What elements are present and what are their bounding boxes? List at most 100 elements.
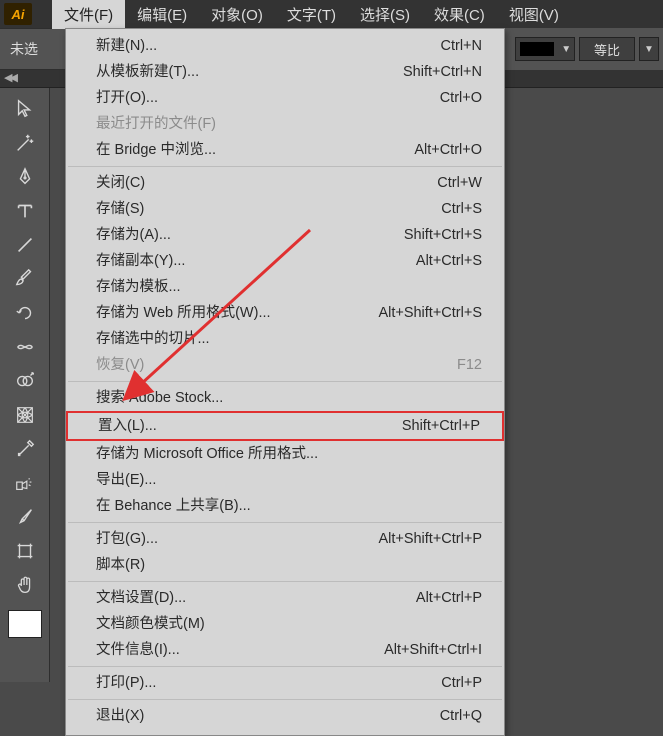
menu-document-setup[interactable]: 文档设置(D)... Alt+Ctrl+P — [66, 585, 504, 611]
menu-shortcut: Alt+Shift+Ctrl+I — [384, 639, 482, 661]
rotate-tool[interactable] — [8, 298, 42, 328]
app-icon-text: Ai — [12, 7, 25, 22]
menu-select[interactable]: 选择(S) — [348, 0, 422, 29]
no-selection-label: 未选 — [10, 39, 38, 59]
width-tool[interactable] — [8, 332, 42, 362]
hand-tool[interactable] — [8, 570, 42, 600]
mesh-tool[interactable] — [8, 400, 42, 430]
chevron-down-icon: ▼ — [640, 44, 658, 55]
menu-label: 存储为 Microsoft Office 所用格式... — [96, 443, 318, 465]
line-tool[interactable] — [8, 230, 42, 260]
app-icon: Ai — [4, 3, 32, 25]
menu-browse-in-bridge[interactable]: 在 Bridge 中浏览... Alt+Ctrl+O — [66, 137, 504, 163]
menu-shortcut: Shift+Ctrl+N — [403, 61, 482, 83]
fill-swatch[interactable] — [8, 610, 42, 638]
menu-export[interactable]: 导出(E)... — [66, 467, 504, 493]
collapse-arrows-icon[interactable]: ◀◀ — [4, 71, 15, 84]
menu-shortcut: Shift+Ctrl+S — [404, 224, 482, 246]
menu-file[interactable]: 文件(F) — [52, 0, 125, 29]
menu-edit[interactable]: 编辑(E) — [125, 0, 199, 29]
menu-save-as[interactable]: 存储为(A)...Shift+Ctrl+S — [66, 222, 504, 248]
menu-type[interactable]: 文字(T) — [275, 0, 348, 29]
menu-label: 恢复(V) — [96, 354, 144, 376]
menubar: Ai 文件(F) 编辑(E) 对象(O) 文字(T) 选择(S) 效果(C) 视… — [0, 0, 663, 28]
file-menu-dropdown: 新建(N)...Ctrl+N 从模板新建(T)... Shift+Ctrl+N 打… — [65, 28, 505, 736]
artboard-tool[interactable] — [8, 536, 42, 566]
slice-tool[interactable] — [8, 502, 42, 532]
menu-separator — [68, 699, 502, 700]
menu-label: 存储为模板... — [96, 276, 181, 298]
shape-builder-tool[interactable] — [8, 366, 42, 396]
menu-save-for-web[interactable]: 存储为 Web 所用格式(W)... Alt+Shift+Ctrl+S — [66, 300, 504, 326]
menu-effect[interactable]: 效果(C) — [422, 0, 497, 29]
menu-label: 存储为 Web 所用格式(W)... — [96, 302, 271, 324]
menu-separator — [68, 581, 502, 582]
scale-combo-label: 等比 — [594, 40, 620, 59]
menu-document-color-mode[interactable]: 文档颜色模式(M) — [66, 611, 504, 637]
menu-label: 退出(X) — [96, 705, 144, 727]
menu-separator — [68, 381, 502, 382]
menu-label: 导出(E)... — [96, 469, 156, 491]
menu-print[interactable]: 打印(P)...Ctrl+P — [66, 670, 504, 696]
menu-exit[interactable]: 退出(X)Ctrl+Q — [66, 703, 504, 729]
menu-shortcut: Ctrl+W — [437, 172, 482, 194]
menu-shortcut: Alt+Ctrl+S — [416, 250, 482, 272]
menu-label: 打包(G)... — [96, 528, 158, 550]
menu-label: 搜索 Adobe Stock... — [96, 387, 223, 409]
menu-new-from-template[interactable]: 从模板新建(T)... Shift+Ctrl+N — [66, 59, 504, 85]
menu-open[interactable]: 打开(O)...Ctrl+O — [66, 85, 504, 111]
menu-label: 文档设置(D)... — [96, 587, 186, 609]
menu-separator — [68, 166, 502, 167]
menu-save-selected-slices[interactable]: 存储选中的切片... — [66, 326, 504, 352]
menu-shortcut: Alt+Shift+Ctrl+S — [378, 302, 482, 324]
menu-save-as-template[interactable]: 存储为模板... — [66, 274, 504, 300]
menu-search-adobe-stock[interactable]: 搜索 Adobe Stock... — [66, 385, 504, 411]
menu-view[interactable]: 视图(V) — [497, 0, 571, 29]
paintbrush-tool[interactable] — [8, 264, 42, 294]
menu-shortcut: Ctrl+O — [440, 87, 482, 109]
menu-package[interactable]: 打包(G)... Alt+Shift+Ctrl+P — [66, 526, 504, 552]
menu-save-copy[interactable]: 存储副本(Y)... Alt+Ctrl+S — [66, 248, 504, 274]
menu-open-recent: 最近打开的文件(F) — [66, 111, 504, 137]
options-right: ▼ 等比 ▼ — [503, 28, 663, 70]
menu-object[interactable]: 对象(O) — [199, 0, 275, 29]
menu-label: 最近打开的文件(F) — [96, 113, 216, 135]
menu-shortcut: Alt+Ctrl+P — [416, 587, 482, 609]
menu-close[interactable]: 关闭(C) Ctrl+W — [66, 170, 504, 196]
menu-label: 存储(S) — [96, 198, 144, 220]
menu-file-info[interactable]: 文件信息(I)... Alt+Shift+Ctrl+I — [66, 637, 504, 663]
stroke-swatch — [520, 42, 554, 56]
pen-tool[interactable] — [8, 162, 42, 192]
menu-revert: 恢复(V)F12 — [66, 352, 504, 378]
menu-share-on-behance[interactable]: 在 Behance 上共享(B)... — [66, 493, 504, 519]
stroke-swatch-combo[interactable]: ▼ — [515, 37, 575, 61]
menu-label: 在 Behance 上共享(B)... — [96, 495, 251, 517]
menu-save[interactable]: 存储(S)Ctrl+S — [66, 196, 504, 222]
scale-combo-drop[interactable]: ▼ — [639, 37, 659, 61]
menu-place[interactable]: 置入(L)...Shift+Ctrl+P — [66, 411, 504, 441]
menu-label: 置入(L)... — [98, 415, 157, 437]
menu-label: 在 Bridge 中浏览... — [96, 139, 216, 161]
menu-save-for-ms-office[interactable]: 存储为 Microsoft Office 所用格式... — [66, 441, 504, 467]
menu-label: 文档颜色模式(M) — [96, 613, 205, 635]
menu-scripts[interactable]: 脚本(R) — [66, 552, 504, 578]
menu-new[interactable]: 新建(N)...Ctrl+N — [66, 33, 504, 59]
tool-panel — [0, 88, 50, 682]
menu-shortcut: Alt+Shift+Ctrl+P — [378, 528, 482, 550]
chevron-down-icon: ▼ — [558, 44, 574, 55]
menu-shortcut: Ctrl+N — [441, 35, 483, 57]
menu-label: 存储副本(Y)... — [96, 250, 185, 272]
menu-shortcut: Alt+Ctrl+O — [414, 139, 482, 161]
eyedropper-tool[interactable] — [8, 434, 42, 464]
menu-label: 关闭(C) — [96, 172, 145, 194]
menu-label: 从模板新建(T)... — [96, 61, 199, 83]
magic-wand-tool[interactable] — [8, 128, 42, 158]
scale-combo[interactable]: 等比 — [579, 37, 635, 61]
menu-label: 存储选中的切片... — [96, 328, 210, 350]
menu-label: 文件信息(I)... — [96, 639, 180, 661]
symbol-sprayer-tool[interactable] — [8, 468, 42, 498]
selection-tool[interactable] — [8, 94, 42, 124]
type-tool[interactable] — [8, 196, 42, 226]
menu-label: 打印(P)... — [96, 672, 156, 694]
menu-separator — [68, 666, 502, 667]
